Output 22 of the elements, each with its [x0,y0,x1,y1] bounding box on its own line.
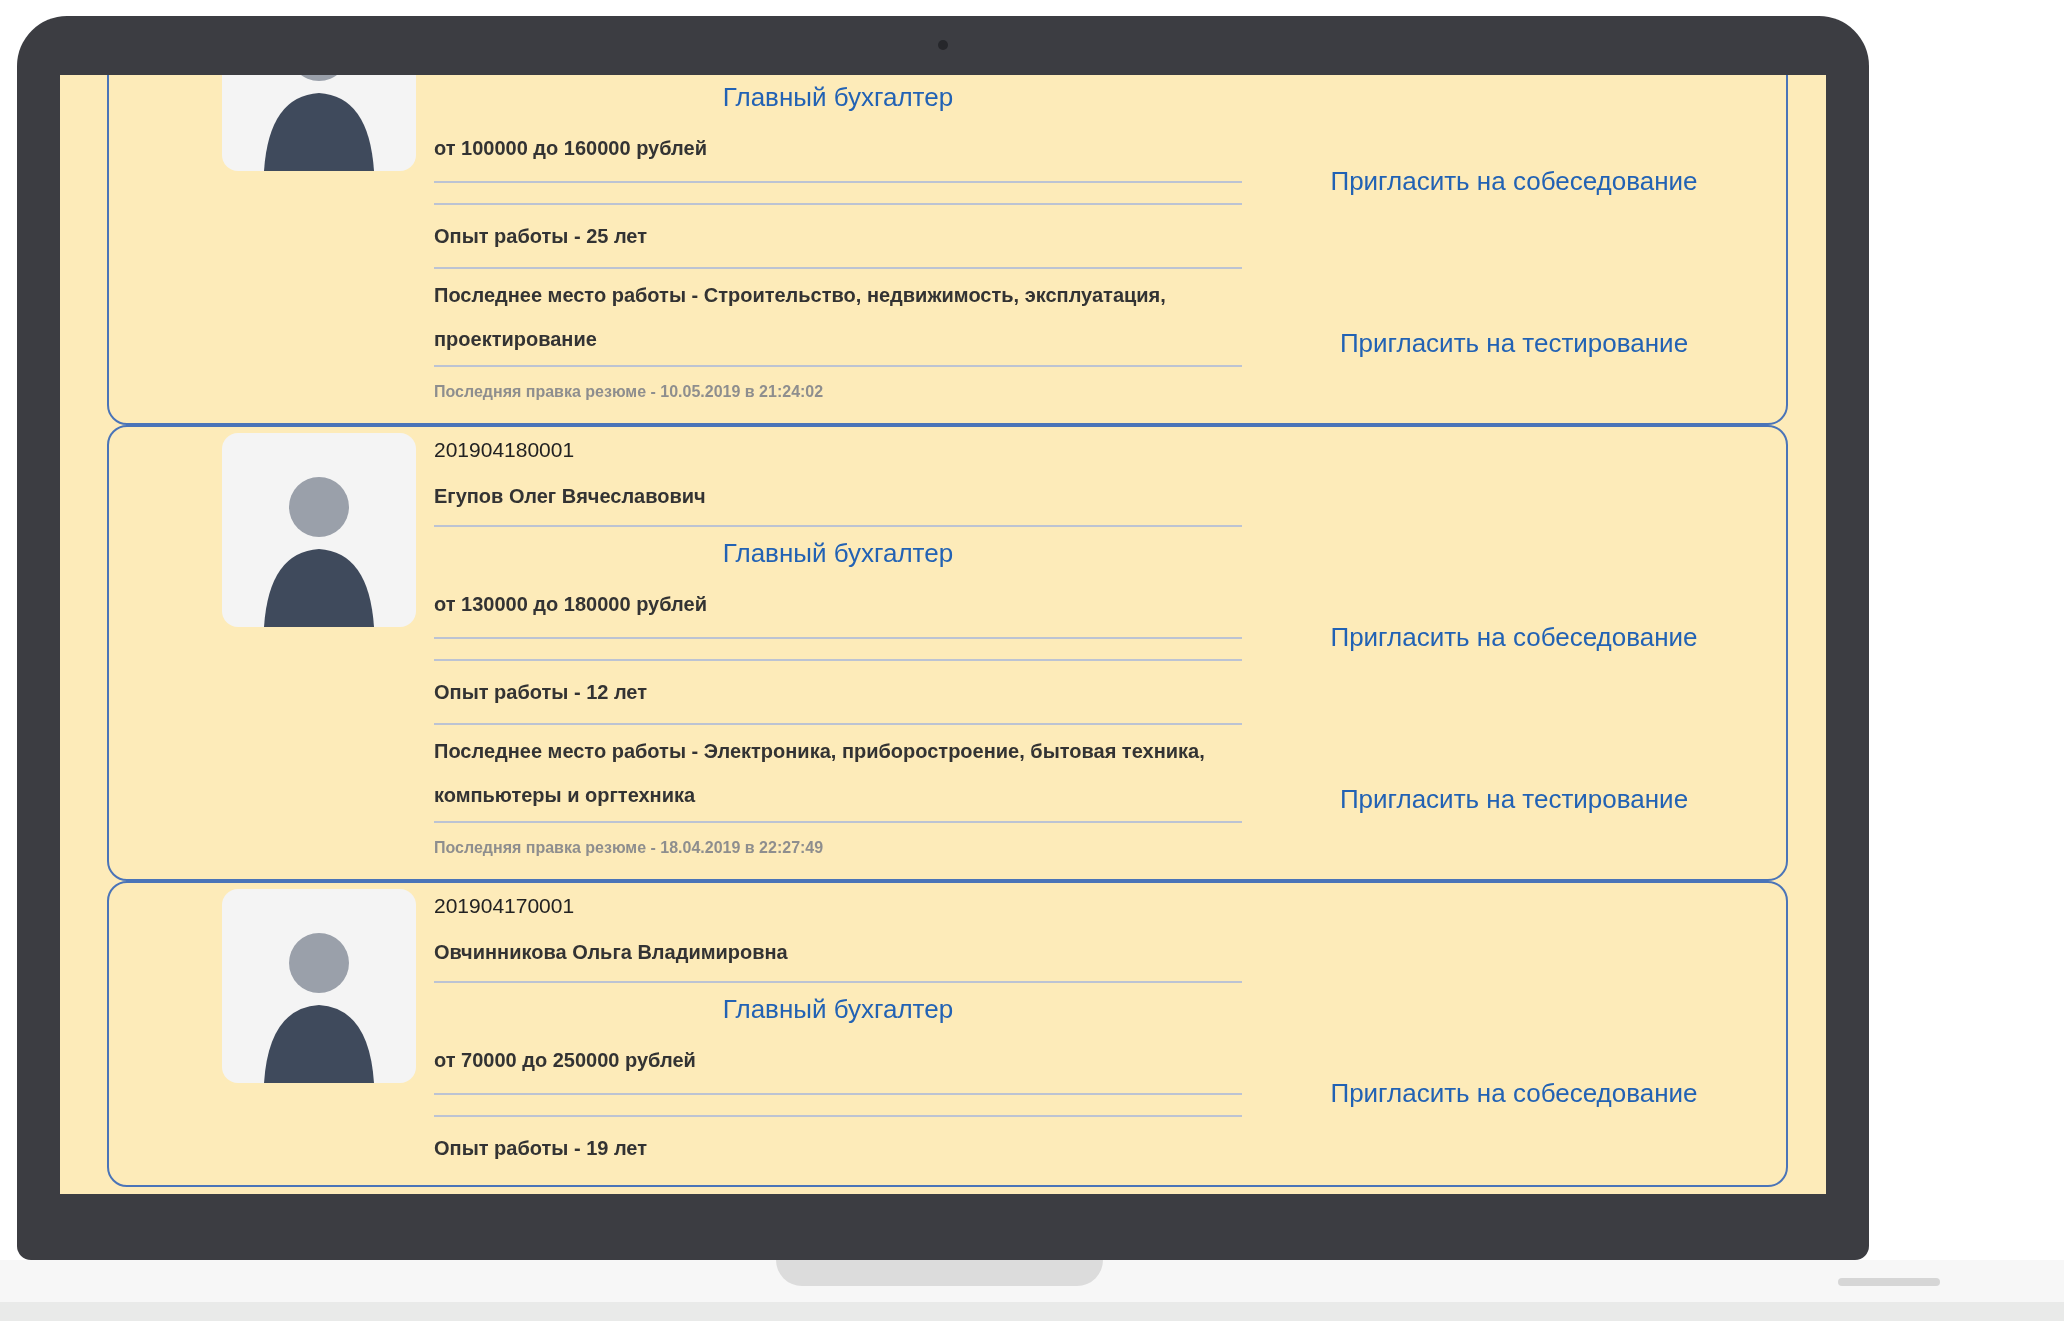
invite-link[interactable]: Пригласить на собеседование [1330,163,1698,199]
invite-link[interactable]: Пригласить на собеседование [1330,619,1698,655]
position-link[interactable]: Главный бухгалтер [722,79,954,115]
salary-text: от 100000 до 160000 рублей [434,136,708,161]
resume-number: 201904180001 [434,437,576,463]
invite-link[interactable]: Пригласить на тестирование [1339,781,1689,817]
invite-link[interactable]: Пригласить на тестирование [1339,325,1689,361]
resume-number: 201904170001 [434,893,576,919]
experience-text: Опыт работы - 12 лет [434,680,649,705]
last-job-text: Последнее место работы - Строительство, недвижимость, эксплуатация, проектирование [434,283,1167,352]
salary-text: от 130000 до 180000 рублей [434,592,708,617]
edit-date-text: Последняя правка резюме - 18.04.2019 в 22:27:49 [434,838,825,858]
salary-text: от 70000 до 250000 рублей [434,1048,697,1073]
invite-link[interactable]: Пригласить на собеседование [1330,1075,1698,1111]
candidate-name: Овчинникова Ольга Владимировна [434,940,789,965]
position-link[interactable]: Главный бухгалтер [722,535,954,571]
edit-date-text: Последняя правка резюме - 10.05.2019 в 21:24:02 [434,382,825,402]
candidate-name: Егупов Олег Вячеславович [434,484,707,509]
experience-text: Опыт работы - 25 лет [434,224,649,249]
experience-text: Опыт работы - 19 лет [434,1136,649,1161]
last-job-text: Последнее место работы - Электроника, приборостроение, бытовая техника, компьютеры и оргтехника [434,739,1206,808]
position-link[interactable]: Главный бухгалтер [722,991,954,1027]
